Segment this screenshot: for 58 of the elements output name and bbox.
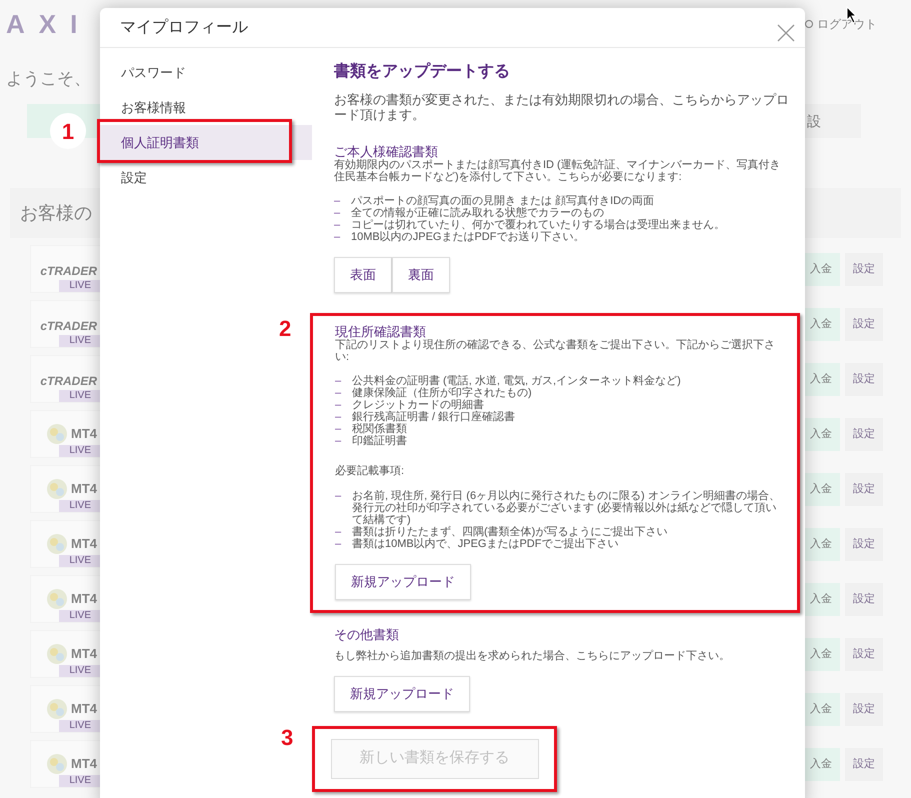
- live-badge: LIVE: [59, 610, 101, 622]
- intro-text: お客様の書類が変更された、または有効期限切れの場合、こちらからアップロード頂けます。: [334, 92, 790, 122]
- description-text: 下記のリストより現住所の確認できる、公式な書類をご提出下さい。下記からご選択下さい:: [335, 339, 776, 363]
- list-item-text: 書類は10MB以内で、JPEGまたはPDFでご提出下さい: [352, 538, 618, 550]
- live-badge: LIVE: [59, 720, 101, 732]
- description-text: もし弊社から追加書類の提出を求められた場合、こちらにアップロード下さい。: [334, 650, 731, 662]
- subsection-title: その他書類: [334, 626, 400, 642]
- logo: AXI: [6, 8, 92, 40]
- bullet-mark: –: [335, 411, 342, 423]
- list-item-text: 公共料金の証明書 (電話, 水道, 電気, ガス,インターネット料金など): [352, 375, 681, 387]
- list-item-text: パスポートの顔写真の面の見開き または 顔写真付きIDの両面: [351, 195, 654, 207]
- list-item-text: お名前, 現住所, 発行日 (6ヶ月以内に発行されたものに限る) オンライン明細書の場合、発行元の社印が印字されている必要がございます (必要情報以外は紙などで隠して頂いて結構です): [352, 490, 781, 526]
- list-item-text: 全ての情報が正確に読み取れる状態でカラーのもの: [351, 207, 604, 219]
- live-badge: LIVE: [59, 775, 101, 787]
- bullet-mark: –: [334, 195, 342, 207]
- list-item-text: 健康保険証（住所が印字されたもの): [352, 387, 532, 399]
- bullet-mark: –: [335, 399, 342, 411]
- list-item-text: 税関係書類: [352, 423, 407, 435]
- platform-logo-text: MT4: [71, 535, 97, 554]
- live-badge: LIVE: [59, 555, 101, 567]
- requirements-label: 必要記載事項:: [335, 464, 406, 479]
- welcome-text: ようこそ、: [5, 68, 91, 90]
- platform-logo-text: cTRADER: [40, 373, 97, 390]
- subsection-title: 現住所確認書類: [335, 324, 427, 339]
- platform-logo-text: MT4: [71, 700, 97, 718]
- live-badge: LIVE: [59, 335, 101, 347]
- bullet-mark: –: [335, 423, 342, 435]
- list-item-text: 書類は折りたたまず、四隅(書類全体)が写るようにご提出下さい: [352, 526, 668, 538]
- list-item-text: クレジットカードの明細書: [352, 399, 484, 411]
- platform-logo-text: cTRADER: [40, 263, 97, 280]
- platform-logo-text: MT4: [71, 645, 97, 664]
- live-badge: LIVE: [59, 500, 101, 512]
- bullet-mark: –: [335, 375, 342, 387]
- list-item-text: 印鑑証明書: [352, 435, 407, 447]
- bullet-mark: –: [334, 207, 342, 219]
- step-number: 3: [281, 724, 294, 752]
- bullet-mark: –: [335, 435, 342, 447]
- step-number: 2: [279, 315, 292, 343]
- bullet-mark: –: [335, 538, 342, 550]
- bullet-mark: –: [334, 219, 342, 231]
- platform-logo-text: cTRADER: [40, 318, 97, 335]
- platform-logo-text: MT4: [71, 425, 97, 444]
- bullet-mark: –: [335, 526, 342, 538]
- dialog-title: マイプロフィール: [120, 18, 248, 38]
- live-badge: LIVE: [59, 445, 101, 457]
- live-badge: LIVE: [59, 390, 101, 402]
- section-heading: 書類をアップデートする: [334, 61, 511, 82]
- list-item-text: コピーは切れていたり、何かで覆われていたりする場合は受理出来ません。: [351, 219, 725, 231]
- live-badge: LIVE: [59, 280, 101, 292]
- list-item-text: 銀行残高証明書 / 銀行口座確認書: [352, 411, 516, 423]
- live-badge: LIVE: [59, 665, 101, 677]
- description-text: 有効期限内のパスポートまたは顔写真付きID (運転免許証、マイナンバーカード、写真付き住民基本台帳カードなど)を添付して下さい。こちらが必要になります:: [334, 159, 782, 183]
- platform-logo-text: MT4: [71, 590, 97, 608]
- platform-logo-text: MT4: [71, 755, 97, 774]
- platform-logo-text: MT4: [71, 480, 97, 498]
- bullet-mark: –: [335, 490, 342, 504]
- bullet-mark: –: [335, 387, 342, 399]
- subsection-title: ご本人様確認書類: [334, 144, 439, 159]
